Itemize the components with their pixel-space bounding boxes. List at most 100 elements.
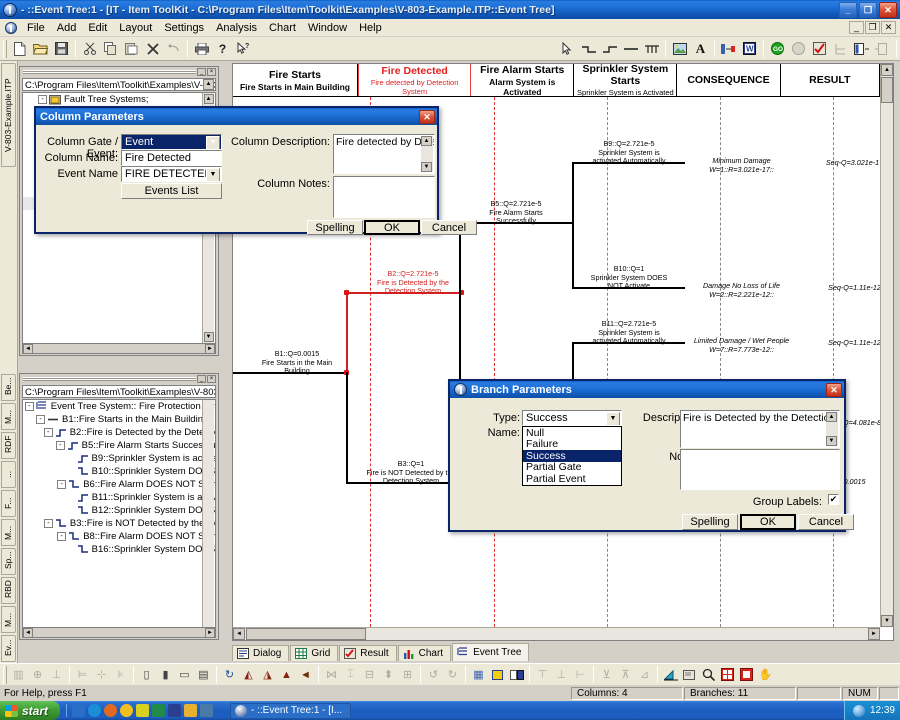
gate-tri-icon[interactable]: ▲ [277,666,296,684]
align-node-icon[interactable]: ⊕ [28,666,47,684]
tree-horizontal-scrollbar[interactable]: ◄ ► [22,343,216,354]
mdi-minimize-button[interactable]: _ [849,21,864,34]
size-height-icon[interactable]: ▯ [137,666,156,684]
network-icon[interactable] [200,704,214,717]
view-tab-grid[interactable]: Grid [290,645,339,661]
run-go-icon[interactable]: GO [767,39,788,59]
distribute-mid-icon[interactable]: ⊥ [552,666,571,684]
column-cancel-button[interactable]: Cancel [421,220,477,235]
scroll-thumb[interactable] [246,628,366,640]
vtab-sp[interactable]: Sp... [1,548,16,575]
branch-notes-textarea[interactable] [680,449,840,490]
vtab-document[interactable]: V-803-Example.ITP [1,63,16,167]
scroll-down-icon[interactable]: ▼ [203,332,214,342]
zoom-icon[interactable] [699,666,718,684]
firefox-icon[interactable] [104,704,118,717]
column-description-textarea[interactable]: Fire detected by Detection System ▲ ▼ [333,134,435,174]
tree-row[interactable]: - B3::Fire is NOT Detected by the Detecti [23,517,215,530]
minimize-button[interactable]: _ [839,1,857,18]
result-label-3[interactable]: Seq-Q=1.11e-12 [798,338,880,348]
tree-expander[interactable]: - [43,428,53,437]
group-icon[interactable]: ⊿ [635,666,654,684]
align-table-icon[interactable]: ▥ [9,666,28,684]
gate-or-icon[interactable]: ◮ [258,666,277,684]
branch-spelling-button[interactable]: Spelling [682,514,738,530]
space-horizontal-icon[interactable]: ⋈ [322,666,341,684]
tree-expander[interactable]: - [43,519,53,528]
image-icon[interactable] [669,39,690,59]
tree-row[interactable]: B10::Sprinkler System DOES N [23,465,215,478]
chevron-down-icon[interactable]: ▼ [206,136,220,149]
events-list-button[interactable]: Events List [121,183,222,199]
dialog-close-button[interactable]: ✕ [826,382,842,397]
context-help-icon[interactable]: ? [233,39,254,59]
tree-row[interactable]: - B5::Fire Alarm Starts Successfully [23,439,215,452]
scroll-up-icon[interactable]: ▲ [881,64,893,76]
menu-analysis[interactable]: Analysis [210,21,263,35]
gate-flag-icon[interactable]: ◄ [296,666,315,684]
delete-icon[interactable] [142,39,163,59]
tree-row[interactable]: B16::Sprinkler System DOES N [23,543,215,556]
scroll-left-icon[interactable]: ◄ [233,628,245,640]
panel-close-button[interactable]: × [207,68,216,76]
vtab-m3[interactable]: M... [1,606,16,633]
scroll-down-icon[interactable]: ▼ [421,162,432,172]
branch-type-option[interactable]: Partial Event [523,473,621,485]
scroll-left-icon[interactable]: ◄ [23,628,33,638]
chevron-down-icon[interactable]: ▼ [206,168,220,181]
event-tree-column-header[interactable]: Fire Detected Fire detected by Detection … [357,64,472,96]
toolbar-grip[interactable] [3,665,7,684]
menu-layout[interactable]: Layout [113,21,158,35]
path-dropdown-icon[interactable]: ▲ [203,79,214,90]
refresh-icon[interactable]: ↻ [220,666,239,684]
branch-type-option[interactable]: Null [523,427,621,439]
branch-type-option[interactable]: Partial Gate [523,461,621,473]
print-icon[interactable] [191,39,212,59]
document-horizontal-scrollbar[interactable]: ◄ ► [233,627,880,640]
menu-chart[interactable]: Chart [263,21,302,35]
column-ok-button[interactable]: OK [364,220,420,235]
tree-row[interactable]: - Fault Tree Systems; [23,93,215,106]
view-tab-event-tree[interactable]: Event Tree [452,643,530,661]
branch-description-textarea[interactable]: Fire is Detected by the Detection System… [680,410,840,448]
tree-row[interactable]: - B2::Fire is Detected by the Detection S… [23,426,215,439]
report-icon[interactable]: W [739,39,760,59]
branch-label-b9[interactable]: B9::Q=2.721e-5 Sprinkler System is activ… [574,139,684,166]
tree-icon[interactable] [830,39,851,59]
column-name-input[interactable]: Fire Detected [121,150,222,166]
folder-icon[interactable] [184,704,198,717]
event-tree-column-header[interactable]: Fire Alarm Starts Alarm System is Activat… [471,64,575,97]
panel-close-button[interactable]: × [207,375,216,383]
vtab-be[interactable]: Be... [1,374,16,401]
dialog-close-button[interactable]: ✕ [419,109,435,124]
branch-node[interactable] [344,290,349,295]
vtab-blank[interactable]: ... [1,461,16,488]
menu-edit[interactable]: Edit [82,21,113,35]
tree-expander[interactable]: - [57,532,67,541]
branch-up-icon[interactable] [599,39,620,59]
view-tab-chart[interactable]: Chart [397,645,452,661]
scroll-right-icon[interactable]: ► [205,628,215,638]
branch-label-b10[interactable]: B10::Q=1 Sprinkler System DOES NOT Activ… [574,264,684,291]
text-icon[interactable]: A [690,39,711,59]
toolbar-grip[interactable] [3,39,7,58]
vtab-f[interactable]: F... [1,490,16,517]
branch-type-dropdown-list[interactable]: Null Failure Success Partial Gate Partial Ev… [522,426,622,486]
scroll-up-icon[interactable]: ▲ [203,94,214,104]
view-tab-dialog[interactable]: Dialog [232,645,290,661]
tree-expander[interactable]: - [57,480,67,489]
menu-add[interactable]: Add [51,21,83,35]
tree-row[interactable]: - Event Tree System:: Fire Protection Sys… [23,400,215,413]
connect-icon[interactable] [641,39,662,59]
stop-icon[interactable] [788,39,809,59]
chart-area-icon[interactable] [661,666,680,684]
distribute-bot-icon[interactable]: ⊢ [571,666,590,684]
menu-window[interactable]: Window [302,21,353,35]
vtab-rbd[interactable]: RBD [1,577,16,604]
panel-minimize-button[interactable]: _ [197,375,206,383]
validate-icon[interactable] [809,39,830,59]
menu-settings[interactable]: Settings [158,21,210,35]
cut-icon[interactable] [79,39,100,59]
menu-help[interactable]: Help [353,21,388,35]
media-icon[interactable] [136,704,150,717]
